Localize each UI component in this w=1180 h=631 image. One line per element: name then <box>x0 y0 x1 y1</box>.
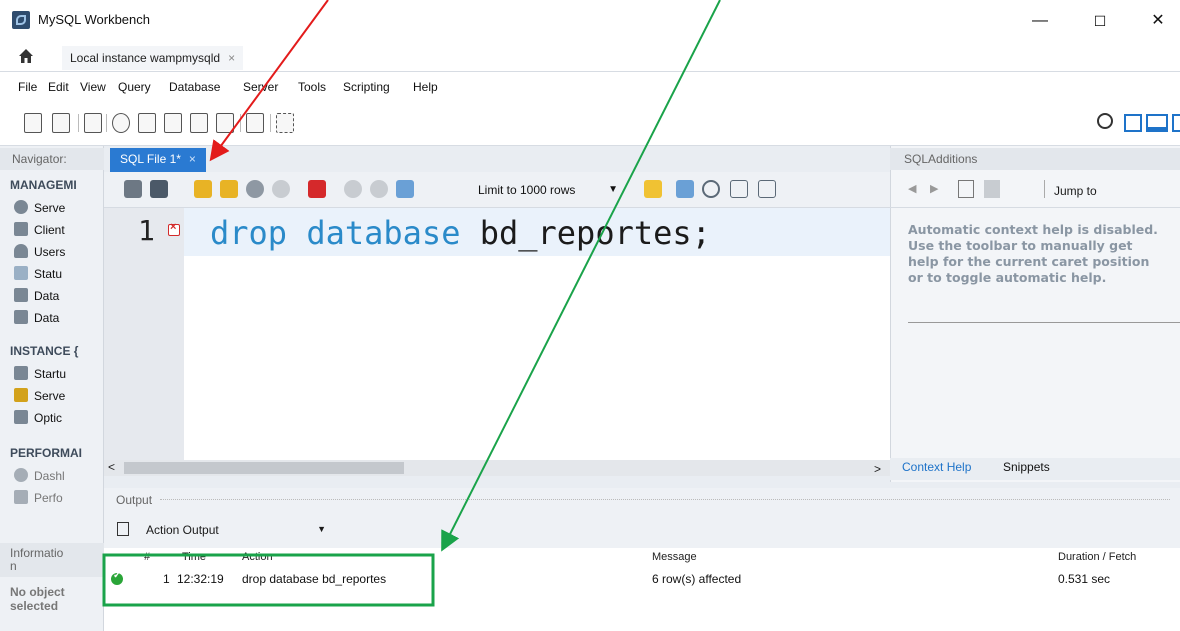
green-arrow <box>441 0 721 552</box>
annotation-overlay <box>102 0 721 607</box>
green-highlight-box <box>102 553 435 607</box>
red-arrow <box>209 0 329 162</box>
